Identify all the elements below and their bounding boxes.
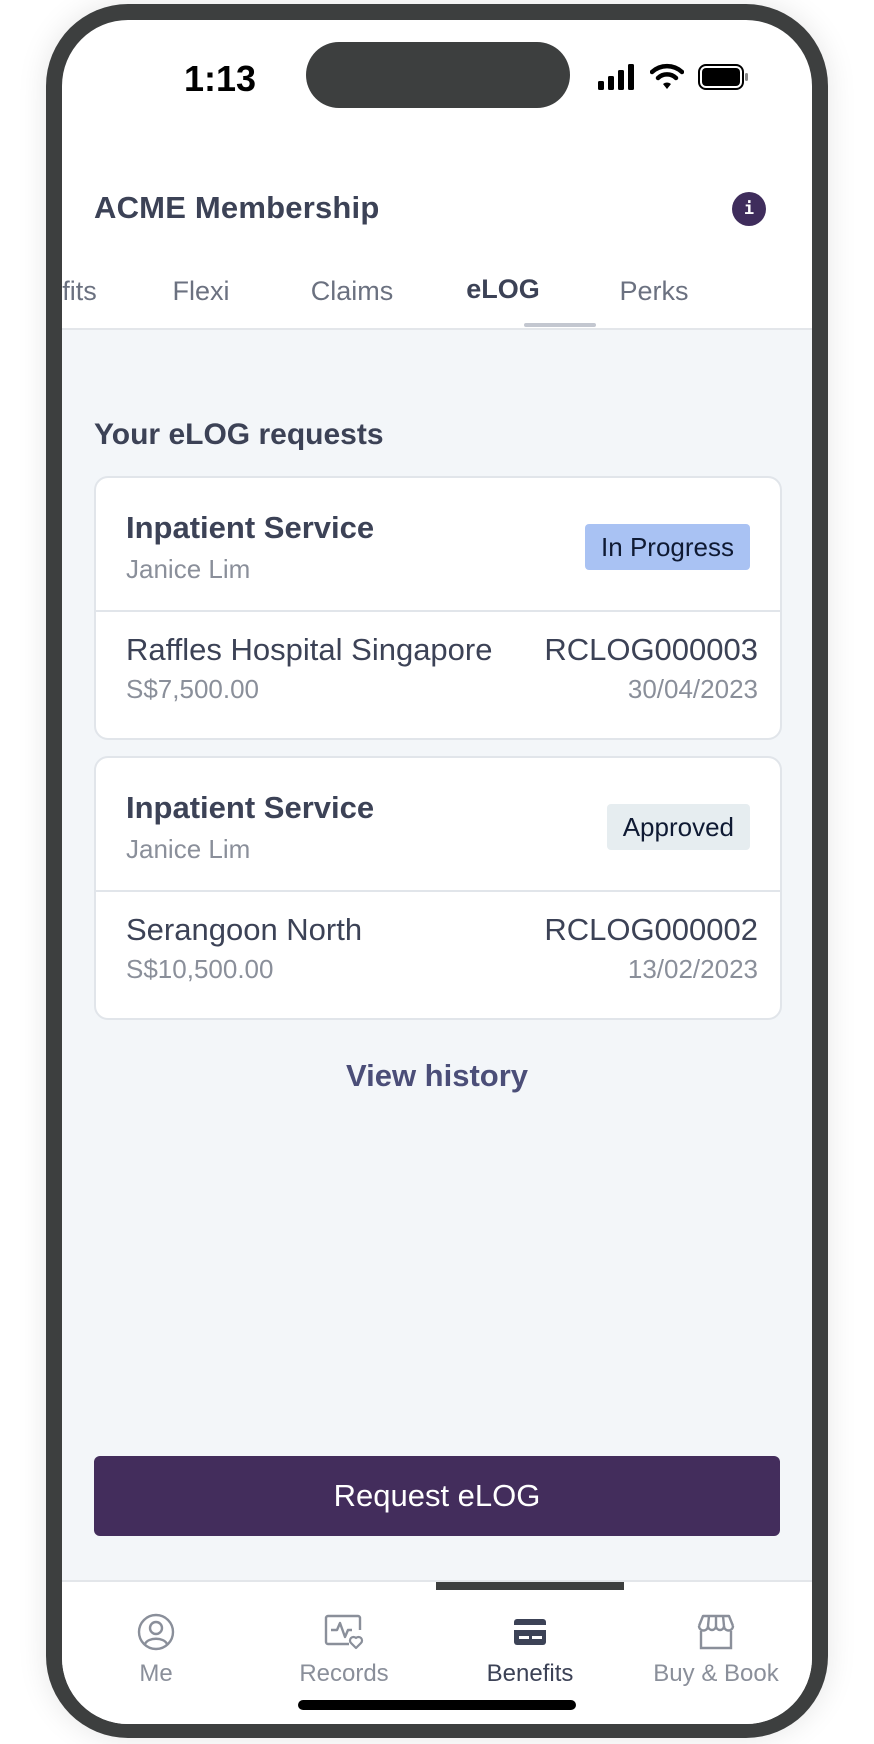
battery-icon (698, 64, 748, 90)
card-icon (514, 1619, 546, 1645)
tab-claims[interactable]: Claims (311, 276, 394, 307)
provider-name: Serangoon North (126, 912, 363, 947)
screen: 1:13 ACME Membership i efits Flexi Claim… (62, 20, 812, 1724)
main-content: Your eLOG requests Inpatient Service Jan… (62, 330, 812, 1580)
service-title: Inpatient Service (126, 510, 375, 545)
nav-label: Benefits (486, 1660, 574, 1687)
page-title: ACME Membership (94, 190, 380, 225)
signal-icon (598, 64, 634, 90)
reference-number: RCLOG000003 (544, 632, 758, 667)
nav-active-indicator (436, 1582, 624, 1590)
patient-name: Janice Lim (126, 554, 251, 584)
elog-request-card[interactable]: Inpatient Service Janice Lim In Progress… (94, 476, 782, 740)
status-badge: Approved (606, 804, 750, 850)
nav-label: Me (139, 1660, 173, 1687)
user-icon (137, 1613, 175, 1651)
tab-flexi[interactable]: Flexi (172, 276, 229, 307)
nav-label: Buy & Book (653, 1660, 779, 1687)
status-badge: In Progress (585, 524, 750, 570)
amount: S$10,500.00 (126, 954, 274, 984)
nav-label: Records (299, 1660, 389, 1687)
section-title: Your eLOG requests (94, 418, 384, 451)
amount: S$7,500.00 (126, 674, 260, 704)
info-icon[interactable]: i (732, 192, 766, 226)
nav-item-me[interactable]: Me (62, 1612, 250, 1688)
wifi-icon (650, 63, 684, 89)
nav-item-records[interactable]: Records (250, 1612, 438, 1688)
store-icon (697, 1614, 735, 1650)
tab-benefits[interactable]: efits (62, 276, 97, 307)
home-indicator[interactable] (298, 1700, 576, 1710)
status-time: 1:13 (183, 58, 257, 99)
patient-name: Janice Lim (126, 834, 251, 864)
elog-request-card[interactable]: Inpatient Service Janice Lim Approved Se… (94, 756, 782, 1020)
request-date: 13/02/2023 (627, 954, 758, 984)
request-elog-button[interactable]: Request eLOG (94, 1456, 780, 1536)
dynamic-island (306, 42, 570, 108)
view-history-link[interactable]: View history (62, 1058, 812, 1094)
nav-item-buy-book[interactable]: Buy & Book (622, 1612, 810, 1688)
service-title: Inpatient Service (126, 790, 375, 825)
reference-number: RCLOG000002 (544, 912, 758, 947)
provider-name: Raffles Hospital Singapore (126, 632, 493, 667)
health-records-icon (324, 1614, 364, 1650)
tab-elog[interactable]: eLOG (466, 274, 540, 305)
card-header: Inpatient Service Janice Lim Approved (96, 758, 780, 892)
tab-bar: efits Flexi Claims eLOG Perks (62, 270, 812, 330)
tab-perks[interactable]: Perks (619, 276, 688, 307)
active-tab-indicator (524, 323, 596, 327)
card-header: Inpatient Service Janice Lim In Progress (96, 478, 780, 612)
request-date: 30/04/2023 (627, 674, 758, 704)
nav-item-benefits[interactable]: Benefits (436, 1612, 624, 1688)
